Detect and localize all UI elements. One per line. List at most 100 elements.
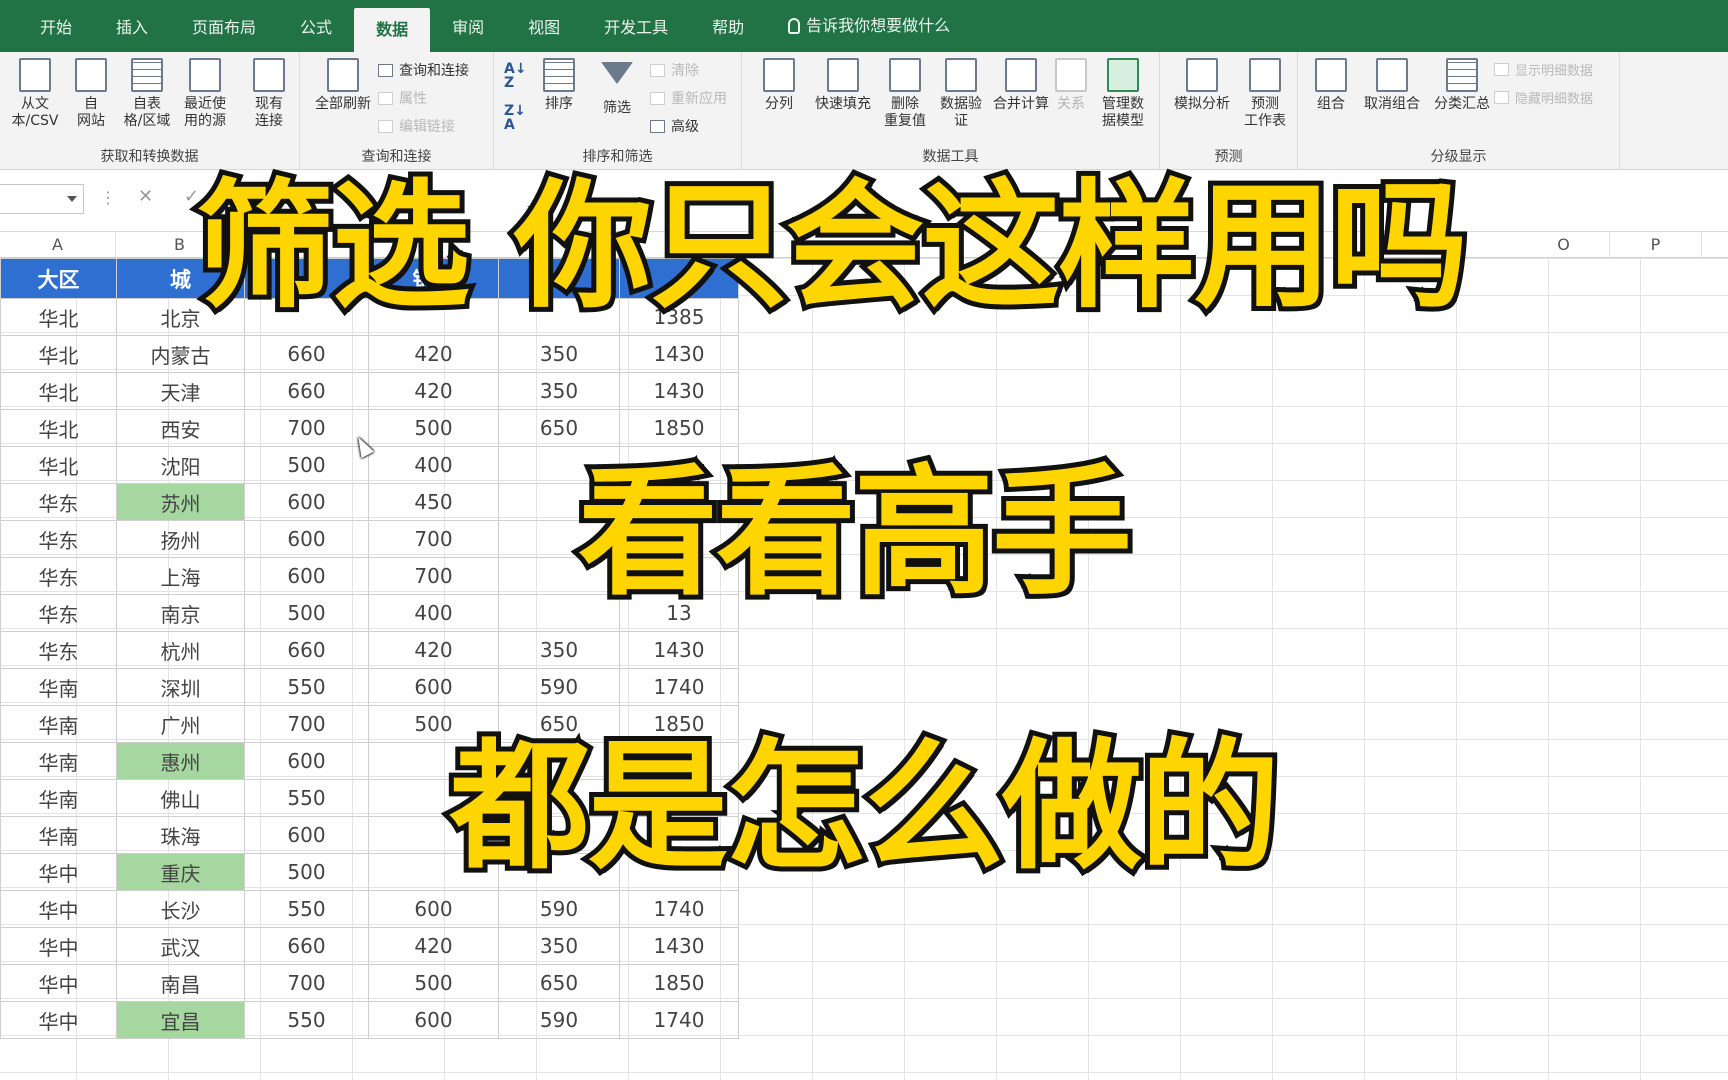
table-cell[interactable]: 550 — [244, 890, 369, 928]
table-cell[interactable]: 350 — [498, 335, 620, 373]
table-cell[interactable]: 1850 — [619, 964, 739, 1002]
consolidate-button[interactable]: 合并计算 — [986, 58, 1056, 113]
from-web-button[interactable]: 自 网站 — [62, 58, 120, 130]
table-cell[interactable]: 惠州 — [116, 742, 245, 780]
table-cell[interactable]: 350 — [498, 927, 620, 965]
table-cell[interactable]: 华东 — [0, 594, 117, 632]
tab-insert[interactable]: 插入 — [94, 0, 170, 52]
table-cell[interactable]: 500 — [244, 853, 369, 891]
table-cell[interactable]: 1740 — [619, 668, 739, 706]
table-cell[interactable]: 天津 — [116, 372, 245, 410]
table-cell[interactable]: 700 — [244, 705, 369, 743]
table-cell[interactable]: 佛山 — [116, 779, 245, 817]
table-cell[interactable]: 华北 — [0, 446, 117, 484]
properties-button[interactable]: 属性 — [378, 88, 427, 108]
table-cell[interactable]: 广州 — [116, 705, 245, 743]
data-model-button[interactable]: 管理数 据模型 — [1094, 58, 1152, 130]
hide-detail-button[interactable]: 隐藏明细数据 — [1494, 88, 1593, 107]
existing-connections-button[interactable]: 现有 连接 — [240, 58, 298, 130]
clear-filter-button[interactable]: 清除 — [650, 60, 699, 80]
table-cell[interactable]: 550 — [244, 779, 369, 817]
table-cell[interactable]: 华南 — [0, 742, 117, 780]
tab-formulas[interactable]: 公式 — [278, 0, 354, 52]
table-cell[interactable]: 400 — [368, 446, 499, 484]
table-cell[interactable]: 华北 — [0, 335, 117, 373]
table-cell[interactable]: 500 — [368, 964, 499, 1002]
table-cell[interactable]: 600 — [368, 890, 499, 928]
queries-connections-button[interactable]: 查询和连接 — [378, 60, 469, 80]
table-cell[interactable]: 600 — [368, 1001, 499, 1039]
table-cell[interactable]: 420 — [368, 372, 499, 410]
table-cell[interactable]: 500 — [244, 594, 369, 632]
table-cell[interactable]: 550 — [244, 1001, 369, 1039]
table-cell[interactable]: 华中 — [0, 1001, 117, 1039]
table-cell[interactable]: 700 — [244, 964, 369, 1002]
table-cell[interactable]: 660 — [244, 631, 369, 669]
sort-az-icon[interactable]: A↓ Z — [504, 62, 527, 90]
table-cell[interactable]: 华北 — [0, 298, 117, 336]
what-if-button[interactable]: 模拟分析 — [1166, 58, 1238, 113]
table-cell[interactable]: 深圳 — [116, 668, 245, 706]
table-cell[interactable]: 650 — [498, 964, 620, 1002]
table-cell[interactable]: 700 — [368, 520, 499, 558]
flash-fill-button[interactable]: 快速填充 — [808, 58, 878, 113]
table-cell[interactable]: 660 — [244, 335, 369, 373]
edit-links-button[interactable]: 编辑链接 — [378, 116, 455, 136]
show-detail-button[interactable]: 显示明细数据 — [1494, 60, 1593, 79]
table-cell[interactable]: 华中 — [0, 890, 117, 928]
from-text-csv-button[interactable]: 从文 本/CSV — [6, 58, 64, 130]
table-cell[interactable]: 350 — [498, 631, 620, 669]
table-cell[interactable]: 500 — [368, 409, 499, 447]
tab-help[interactable]: 帮助 — [690, 0, 766, 52]
tab-review[interactable]: 审阅 — [430, 0, 506, 52]
table-cell[interactable]: 1850 — [619, 409, 739, 447]
table-cell[interactable]: 1430 — [619, 372, 739, 410]
table-cell[interactable]: 华中 — [0, 853, 117, 891]
sort-za-icon[interactable]: Z↓ A — [504, 104, 526, 132]
tab-home[interactable]: 开始 — [18, 0, 94, 52]
table-cell[interactable]: 华东 — [0, 520, 117, 558]
column-header-a[interactable]: A — [0, 232, 116, 258]
table-cell[interactable]: 1430 — [619, 335, 739, 373]
table-cell[interactable]: 华东 — [0, 631, 117, 669]
table-cell[interactable]: 重庆 — [116, 853, 245, 891]
table-cell[interactable]: 700 — [244, 409, 369, 447]
from-table-button[interactable]: 自表 格/区域 — [118, 58, 176, 130]
group-button[interactable]: 组合 — [1302, 58, 1360, 113]
tab-page-layout[interactable]: 页面布局 — [170, 0, 278, 52]
table-cell[interactable]: 420 — [368, 631, 499, 669]
advanced-filter-button[interactable]: 高级 — [650, 116, 699, 136]
table-cell[interactable]: 扬州 — [116, 520, 245, 558]
table-cell[interactable]: 600 — [244, 816, 369, 854]
table-cell[interactable]: 华南 — [0, 816, 117, 854]
table-cell[interactable]: 660 — [244, 372, 369, 410]
table-cell[interactable]: 西安 — [116, 409, 245, 447]
table-cell[interactable]: 400 — [368, 594, 499, 632]
table-cell[interactable]: 550 — [244, 668, 369, 706]
table-cell[interactable]: 华北 — [0, 372, 117, 410]
recent-sources-button[interactable]: 最近使 用的源 — [176, 58, 234, 130]
table-cell[interactable]: 苏州 — [116, 483, 245, 521]
table-cell[interactable]: 南昌 — [116, 964, 245, 1002]
name-box[interactable] — [0, 184, 84, 214]
tab-view[interactable]: 视图 — [506, 0, 582, 52]
table-cell[interactable]: 1740 — [619, 890, 739, 928]
table-cell[interactable]: 600 — [244, 520, 369, 558]
table-cell[interactable]: 350 — [498, 372, 620, 410]
table-cell[interactable]: 南京 — [116, 594, 245, 632]
table-cell[interactable]: 600 — [244, 483, 369, 521]
cancel-icon[interactable]: ✕ — [138, 186, 153, 207]
sort-button[interactable]: 排序 — [530, 58, 588, 113]
table-cell[interactable]: 华南 — [0, 705, 117, 743]
table-cell[interactable]: 宜昌 — [116, 1001, 245, 1039]
table-cell[interactable]: 1430 — [619, 631, 739, 669]
relationships-button[interactable]: 关系 — [1048, 58, 1094, 113]
table-cell[interactable]: 华南 — [0, 779, 117, 817]
table-cell[interactable]: 600 — [244, 557, 369, 595]
table-cell[interactable]: 内蒙古 — [116, 335, 245, 373]
table-cell[interactable]: 华中 — [0, 964, 117, 1002]
table-cell[interactable]: 华东 — [0, 483, 117, 521]
table-cell[interactable]: 1430 — [619, 927, 739, 965]
column-header-o[interactable]: O — [1518, 232, 1610, 258]
filter-button[interactable]: 筛选 — [588, 58, 646, 117]
